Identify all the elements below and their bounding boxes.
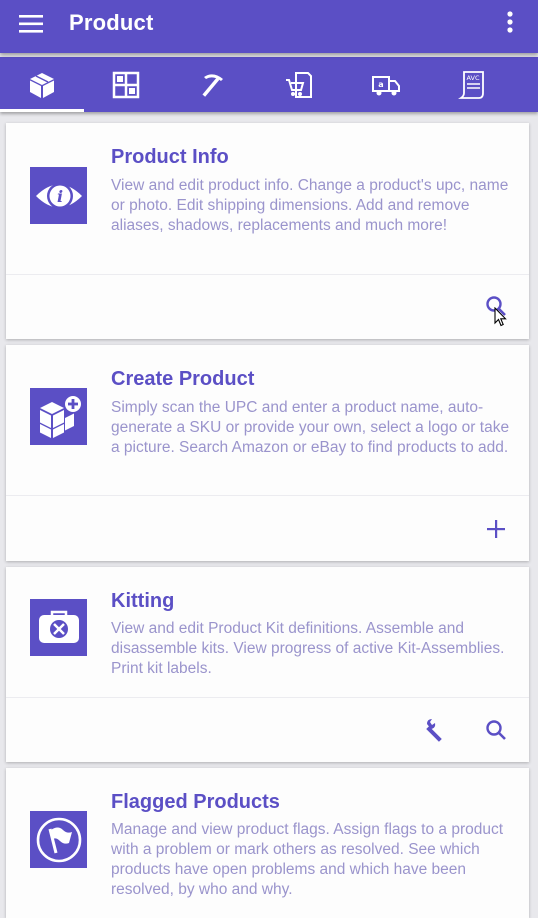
add-icon [487, 520, 505, 538]
mouse-cursor-icon [494, 307, 507, 327]
card-description: Manage and view product flags. Assign fl… [111, 821, 504, 898]
wrench-button[interactable] [421, 714, 453, 746]
app-bar: Product [0, 0, 538, 53]
card-description: View and edit product info. Change a pro… [111, 177, 509, 234]
search-icon [486, 720, 506, 740]
card-description: View and edit Product Kit definitions. A… [111, 620, 505, 677]
wrench-icon [426, 719, 442, 742]
tab-avc[interactable]: AVC [430, 57, 514, 112]
svg-text:a: a [378, 80, 383, 89]
card-product-info[interactable]: i Product Info View and edit product inf… [6, 123, 529, 339]
card-title: Flagged Products [111, 791, 280, 813]
cart-document-icon [286, 71, 312, 98]
search-button[interactable] [480, 714, 512, 746]
svg-text:AVC: AVC [466, 74, 479, 82]
tab-bar: a AVC [0, 57, 538, 112]
card-description: Simply scan the UPC and enter a product … [111, 399, 510, 456]
hamburger-menu-icon[interactable] [18, 11, 44, 37]
card-divider [6, 495, 529, 496]
tab-products[interactable] [0, 57, 84, 112]
card-kitting[interactable]: Kitting View and edit Product Kit defini… [6, 567, 529, 762]
card-divider [6, 697, 529, 698]
tab-locations[interactable] [84, 57, 168, 112]
more-vert-icon[interactable] [500, 10, 520, 38]
pickaxe-icon [202, 73, 223, 97]
card-icon-box [30, 811, 87, 868]
tab-indicator [0, 109, 84, 112]
info-icon: i [35, 182, 82, 209]
avc-scroll-icon: AVC [458, 70, 484, 99]
boxes-plus-icon [39, 395, 81, 438]
card-icon-box [30, 388, 87, 445]
card-title: Kitting [111, 590, 175, 612]
amazon-truck-icon: a [372, 75, 400, 95]
svg-text:i: i [56, 187, 62, 206]
page-title: Product [69, 10, 154, 35]
shelving-icon [112, 71, 140, 98]
box-icon [30, 72, 54, 98]
tab-amazon-shipping[interactable]: a [344, 57, 428, 112]
card-icon-box [30, 599, 87, 656]
card-create-product[interactable]: Create Product Simply scan the UPC and e… [6, 345, 529, 561]
flag-icon [36, 817, 81, 862]
card-title: Create Product [111, 368, 255, 390]
tab-picking[interactable] [171, 57, 255, 112]
toolkit-icon [38, 610, 79, 643]
card-title: Product Info [111, 146, 229, 168]
add-button[interactable] [480, 513, 512, 545]
card-icon-box: i [30, 167, 87, 224]
card-divider [6, 274, 529, 275]
tab-orders[interactable] [257, 57, 341, 112]
card-flagged-products[interactable]: Flagged Products Manage and view product… [6, 768, 529, 918]
